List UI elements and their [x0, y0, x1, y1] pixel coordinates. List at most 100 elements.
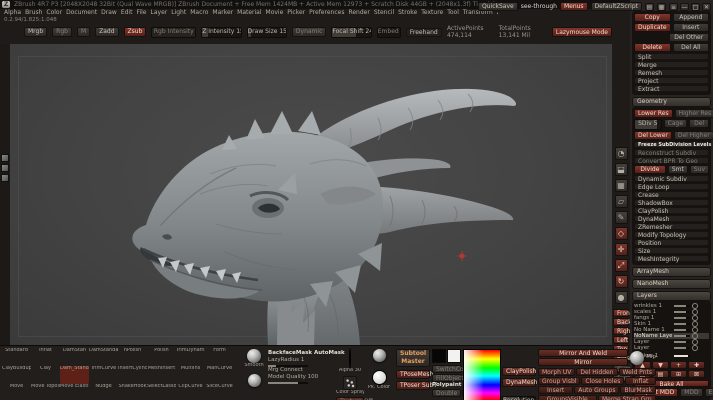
geometry-header[interactable]: Geometry — [632, 97, 711, 107]
geo-action-button[interactable]: Del Hidden — [576, 368, 617, 376]
layer-tool-button[interactable]: ✚ — [688, 361, 705, 369]
brush-item[interactable]: Dam_Standard — [60, 366, 89, 384]
del-lower-button[interactable]: Del Lower — [634, 131, 672, 140]
menu-item[interactable]: Material — [236, 9, 262, 17]
dynamesh-button[interactable]: DynaMesh — [502, 378, 536, 387]
camera-view-button[interactable]: Right — [613, 327, 629, 335]
view-control-icon[interactable]: ● — [615, 291, 628, 304]
stroke-thumbnail[interactable] — [373, 349, 386, 362]
smt-button[interactable]: Smt — [668, 165, 688, 174]
brush-item[interactable]: Move Topological — [31, 384, 60, 400]
backface-mask-toggle[interactable]: BackfaceMask AutoMask — [268, 350, 334, 357]
smooth-brush-thumbnail[interactable] — [247, 349, 261, 363]
layers-header[interactable]: Layers — [632, 291, 711, 301]
resolution-slider[interactable]: Resolution 128 — [502, 396, 536, 400]
layer-intensity-slider[interactable] — [674, 323, 690, 325]
menu-item[interactable]: Color — [45, 9, 63, 17]
layer-visibility-icon[interactable] — [692, 345, 698, 351]
geo-action-button[interactable]: Inflat — [625, 377, 656, 385]
tool-thumbnail[interactable] — [1, 174, 9, 182]
del-button[interactable]: Del — [689, 119, 709, 128]
main-color-swatch[interactable] — [432, 349, 446, 363]
z-intensity-slider[interactable]: Z Intensity 15 — [201, 27, 241, 38]
geo-action-button[interactable]: Close Holes — [581, 377, 624, 385]
insert-button[interactable]: Insert — [673, 23, 709, 32]
arraymesh-header[interactable]: ArrayMesh — [632, 267, 711, 277]
brush-item[interactable]: Form — [205, 348, 234, 366]
geo-action-button[interactable]: Insert — [538, 386, 573, 394]
brush-item[interactable]: ClipCurve — [176, 384, 205, 400]
lower-res-button[interactable]: Lower Res — [634, 109, 673, 118]
brush-item[interactable]: DamStan — [60, 348, 89, 366]
higher-res-button[interactable]: Higher Res — [675, 109, 713, 118]
pick-color-swatch[interactable] — [372, 370, 387, 385]
window-control-button[interactable]: ✕ — [702, 3, 711, 11]
menu-item[interactable]: Brush — [24, 9, 43, 17]
mrg-connect-toggle[interactable]: Mrg Connect — [268, 367, 334, 374]
rgb-button[interactable]: Rgb — [52, 27, 72, 37]
fill-object-button[interactable]: FillObject — [432, 374, 462, 382]
double-button[interactable]: Double — [432, 389, 461, 397]
layer-intensity-slider[interactable] — [674, 347, 690, 349]
geo-action-button[interactable]: Merge Strap Grp — [598, 395, 657, 400]
mirror-and-weld-button[interactable]: Mirror And Weld — [538, 349, 628, 357]
draw-size-slider[interactable]: Draw Size 15 — [247, 27, 287, 38]
suv-button[interactable]: Suv — [690, 165, 709, 174]
grid-icon[interactable]: ▦ — [657, 3, 666, 11]
nanomesh-header[interactable]: NanoMesh — [632, 279, 711, 289]
menu-item[interactable]: Draw — [100, 9, 118, 17]
menu-item[interactable]: Preferences — [308, 9, 345, 17]
view-control-icon[interactable]: ⤢ — [615, 259, 628, 272]
mdd-button[interactable]: MDD — [680, 388, 702, 397]
view-control-icon[interactable]: ◔ — [615, 147, 628, 160]
del-higher-button[interactable]: Del Higher — [674, 131, 713, 140]
view-control-icon[interactable]: ▦ — [615, 179, 628, 192]
geometry-subsection-button[interactable]: ZRemesher — [634, 223, 709, 230]
see-through-slider[interactable]: see-through — [521, 3, 557, 10]
menu-item[interactable]: Texture — [420, 9, 444, 17]
menu-item[interactable]: Picker — [286, 9, 306, 17]
geo-action-button[interactable]: Auto Groups — [574, 386, 619, 394]
menu-item[interactable]: Light — [170, 9, 187, 17]
stroke-type-button[interactable]: Freehand — [406, 28, 442, 37]
layer-intensity-slider[interactable] — [674, 311, 690, 313]
brush-item[interactable]: Polish — [147, 348, 176, 366]
append-button[interactable]: Append — [673, 13, 710, 22]
geometry-subsection-button[interactable]: Position — [634, 239, 709, 246]
subtool-operation-button[interactable]: Extract — [634, 85, 709, 92]
dynamic-button[interactable]: Dynamic — [292, 27, 326, 37]
delete-button[interactable]: Delete — [634, 43, 671, 52]
menu-item[interactable]: Stencil — [373, 9, 395, 17]
brush-item[interactable]: Standard — [2, 348, 31, 366]
menu-item[interactable]: File — [135, 9, 147, 17]
brush-item[interactable]: Clay — [31, 366, 60, 384]
menus-button[interactable]: Menus — [560, 2, 588, 11]
menu-item[interactable]: Movie — [265, 9, 285, 17]
zsub-button[interactable]: Zsub — [124, 27, 147, 37]
del-all-button[interactable]: Del All — [673, 43, 710, 52]
divide-button[interactable]: Divide — [634, 165, 666, 174]
rgb-intensity-slider[interactable]: Rgb Intensity — [151, 27, 196, 38]
tpose-mesh-button[interactable]: TPoseMesh — [396, 370, 430, 379]
del-other-button[interactable]: Del Other — [669, 33, 710, 42]
model-quality-track[interactable] — [268, 382, 308, 384]
brush-item[interactable]: hPolish — [118, 348, 147, 366]
brush-item[interactable]: InsertCylinder — [118, 366, 147, 384]
brush-item[interactable]: MultiIns — [176, 366, 205, 384]
subtool-operation-button[interactable]: Project — [634, 77, 709, 84]
geometry-subsection-button[interactable]: ClayPolish — [634, 207, 709, 214]
zadd-button[interactable]: Zadd — [95, 27, 118, 37]
brush-item[interactable]: TrimCurve — [89, 366, 118, 384]
geometry-subsection-button[interactable]: Crease — [634, 191, 709, 198]
camera-view-button[interactable]: Back — [613, 318, 629, 326]
layer-intensity-slider[interactable] — [674, 329, 690, 331]
window-control-button[interactable]: □ — [691, 3, 700, 11]
menu-item[interactable]: Marker — [211, 9, 234, 17]
layer-intensity-slider[interactable] — [674, 341, 690, 343]
geometry-subsection-button[interactable]: Size — [634, 247, 709, 254]
brush-item[interactable]: SliceCurve — [205, 384, 234, 400]
layer-tool-button[interactable]: ⊞ — [670, 370, 687, 378]
brush-item[interactable]: MahCurve — [205, 366, 234, 384]
view-control-icon[interactable]: ◇ — [615, 227, 628, 240]
menu-item[interactable]: Edit — [120, 9, 134, 17]
